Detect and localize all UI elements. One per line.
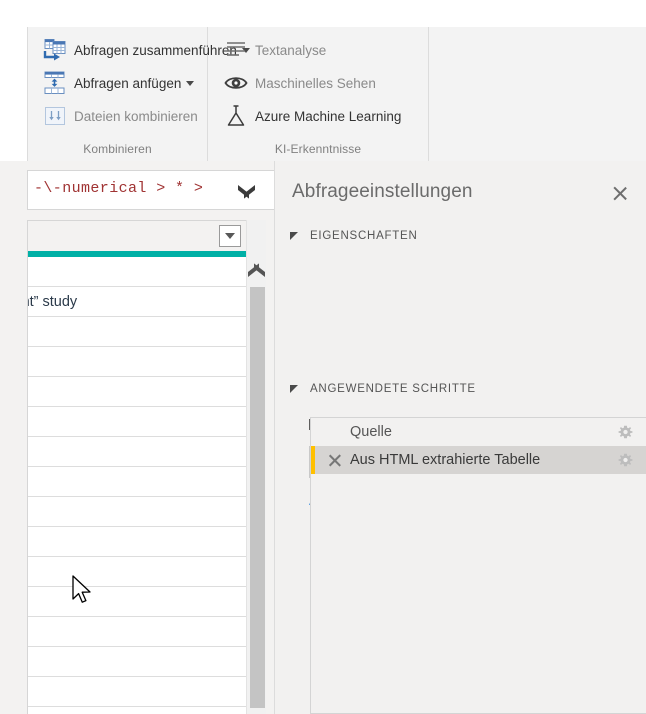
gear-icon (618, 453, 632, 466)
left-pane: -\-numerical > * > ates for retirement” … (0, 161, 274, 714)
formula-bar-expand-button[interactable] (226, 171, 266, 209)
scrollbar-thumb[interactable] (250, 287, 265, 708)
applied-step-label: Aus HTML extrahierte Tabelle (350, 452, 541, 468)
combine-files-icon (42, 103, 68, 129)
table-row[interactable] (28, 257, 246, 287)
chevron-down-icon (238, 185, 255, 195)
filter-dropdown-icon (225, 233, 235, 239)
table-row[interactable] (28, 707, 246, 714)
data-grid: ates for retirement” study (27, 220, 246, 714)
collapse-triangle-icon (290, 385, 298, 393)
table-row[interactable] (28, 437, 246, 467)
section-properties-label: EIGENSCHAFTEN (310, 230, 418, 242)
table-row[interactable] (28, 467, 246, 497)
ribbon-group-title-ki: KI-Erkenntnisse (274, 142, 362, 156)
azure-ml-label: Azure Machine Learning (255, 108, 402, 124)
ribbon-group-kombinieren: Abfragen zusammenführen Abfragen anfügen… (28, 27, 250, 161)
ribbon-group-title-kombinieren: Kombinieren (83, 142, 152, 156)
ribbon: Abfragen zusammenführen Abfragen anfügen… (27, 27, 646, 161)
step-settings-button[interactable] (616, 418, 634, 446)
step-selected-marker (311, 418, 315, 446)
grid-rows: ates for retirement” study (28, 257, 246, 714)
vision-eye-icon (223, 70, 249, 96)
step-settings-button[interactable] (616, 446, 634, 474)
applied-step-item[interactable]: Aus HTML extrahierte Tabelle (311, 446, 646, 474)
close-icon (612, 185, 629, 202)
applied-step-item[interactable]: Quelle (311, 418, 646, 446)
text-analytics-icon (223, 37, 249, 63)
formula-bar-value: -\-numerical > * > (34, 180, 204, 197)
table-row[interactable] (28, 407, 246, 437)
close-icon (328, 453, 343, 468)
vision-label: Maschinelles Sehen (255, 75, 376, 91)
section-applied-steps-label: ANGEWENDETE SCHRITTE (310, 383, 476, 395)
append-queries-icon (42, 70, 68, 96)
vision-button[interactable]: Maschinelles Sehen (223, 68, 376, 98)
collapse-triangle-icon (290, 232, 298, 240)
gear-icon (618, 425, 632, 438)
table-row[interactable] (28, 677, 246, 707)
azure-ml-button[interactable]: Azure Machine Learning (223, 101, 401, 131)
table-row[interactable] (28, 587, 246, 617)
table-row[interactable] (28, 527, 246, 557)
table-row[interactable] (28, 497, 246, 527)
table-row[interactable] (28, 617, 246, 647)
table-row[interactable]: ates for retirement” study (28, 287, 246, 317)
table-cell: ates for retirement” study (28, 293, 78, 310)
grid-vertical-scrollbar[interactable] (246, 220, 266, 714)
grid-column-header (28, 221, 246, 251)
section-applied-steps-header[interactable]: ANGEWENDETE SCHRITTE (290, 383, 476, 395)
table-row[interactable] (28, 317, 246, 347)
chevron-up-icon (248, 266, 265, 276)
table-row[interactable] (28, 557, 246, 587)
scroll-up-button[interactable] (247, 260, 266, 282)
ribbon-groups: Abfragen zusammenführen Abfragen anfügen… (28, 27, 429, 161)
close-panel-button[interactable] (606, 179, 634, 207)
flask-icon (223, 103, 249, 129)
merge-queries-icon (42, 37, 68, 63)
combine-files-button[interactable]: Dateien kombinieren (42, 101, 198, 131)
append-queries-label: Abfragen anfügen (74, 75, 182, 91)
applied-steps-list: Quelle Aus HTML extrahierte Tabelle (310, 417, 646, 714)
append-queries-button[interactable]: Abfragen anfügen (42, 68, 195, 98)
formula-bar[interactable]: -\-numerical > * > (27, 170, 274, 210)
ribbon-group-ki-erkenntnisse: Textanalyse Maschinelles Sehen Azure Mac… (208, 27, 429, 161)
chevron-down-icon[interactable] (186, 80, 195, 86)
applied-step-label: Quelle (350, 424, 392, 440)
table-row[interactable] (28, 647, 246, 677)
text-analytics-label: Textanalyse (255, 42, 327, 58)
table-row[interactable] (28, 377, 246, 407)
combine-files-label: Dateien kombinieren (74, 108, 198, 124)
table-row[interactable] (28, 347, 246, 377)
step-selected-marker (311, 446, 315, 474)
app-root: Abfragen zusammenführen Abfragen anfügen… (0, 0, 646, 714)
section-properties-header[interactable]: EIGENSCHAFTEN (290, 230, 418, 242)
query-settings-title: Abfrageeinstellungen (292, 181, 473, 202)
column-filter-button[interactable] (219, 225, 241, 247)
delete-step-button[interactable] (325, 446, 345, 474)
text-analytics-button[interactable]: Textanalyse (223, 35, 326, 65)
